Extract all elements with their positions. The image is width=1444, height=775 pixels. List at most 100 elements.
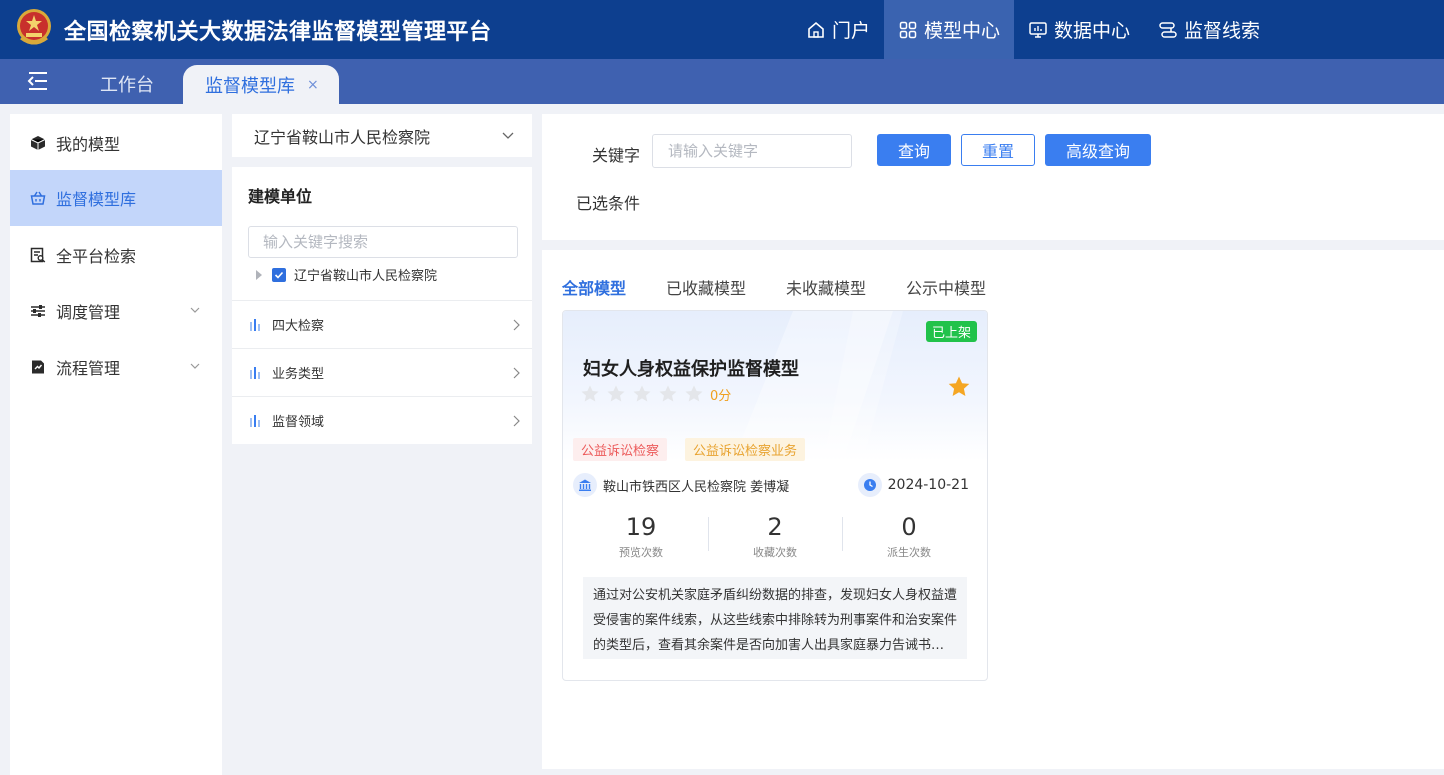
unit-title: 建模单位	[248, 187, 313, 206]
reset-button[interactable]: 重置	[961, 134, 1035, 166]
top-header: 全国检察机关大数据法律监督模型管理平台 门户 模型中心 数据中心 监督线索	[0, 0, 1444, 59]
chevron-down-icon	[190, 363, 200, 369]
tab-bar: 工作台 监督模型库 ×	[0, 59, 1444, 104]
facet-label: 监督领域	[272, 415, 325, 430]
close-icon[interactable]: ×	[307, 77, 319, 93]
chevron-down-icon	[502, 132, 514, 139]
org-select-value: 辽宁省鞍山市人民检察院	[254, 127, 431, 147]
grid-icon	[899, 21, 917, 38]
rating-stars[interactable]: 0分	[580, 384, 731, 404]
cube-icon	[30, 136, 46, 150]
stat-label: 预览次数	[619, 546, 663, 559]
link-icon	[1159, 21, 1177, 38]
sliders-icon	[31, 305, 45, 317]
sidebar: 我的模型 监督模型库 全平台检索 调度管理 流程管理	[10, 114, 222, 775]
model-card[interactable]: 已上架 妇女人身权益保护监督模型 0分 公益诉讼检察 公益诉讼检察业务 鞍山市铁…	[562, 310, 988, 681]
star-empty-icon	[581, 385, 599, 402]
tree-node[interactable]: 辽宁省鞍山市人民检察院	[256, 265, 437, 284]
sidebar-item-label: 流程管理	[56, 359, 121, 378]
building-icon	[573, 473, 597, 497]
sidebar-item-label: 监督模型库	[56, 190, 137, 209]
clock-icon	[857, 473, 882, 497]
selected-conditions-label: 已选条件	[576, 194, 641, 213]
facet-business-type[interactable]: 业务类型	[232, 348, 532, 396]
sidebar-item-search[interactable]: 全平台检索	[10, 227, 222, 283]
tree-checkbox[interactable]	[272, 267, 286, 282]
menu-collapse-icon[interactable]	[26, 70, 50, 92]
facet-label: 业务类型	[272, 367, 325, 382]
tab-label: 监督模型库	[205, 75, 295, 97]
query-button[interactable]: 查询	[877, 134, 951, 166]
sidebar-item-dispatch[interactable]: 调度管理	[10, 283, 222, 339]
tree-node-label: 辽宁省鞍山市人民检察院	[294, 269, 438, 284]
bars-icon	[250, 318, 260, 331]
stat-value: 19	[625, 513, 657, 541]
sidebar-item-model-library[interactable]: 监督模型库	[10, 170, 222, 226]
search-doc-icon	[30, 247, 46, 263]
card-date: 2024-10-21	[857, 473, 969, 497]
tag-label: 公益诉讼检察业务	[685, 438, 806, 461]
advanced-query-button[interactable]: 高级查询	[1045, 134, 1151, 166]
facet-label: 四大检察	[272, 319, 325, 334]
keyword-input[interactable]	[652, 134, 852, 168]
stat-label: 收藏次数	[753, 546, 797, 559]
tab-favorited-models[interactable]: 已收藏模型	[666, 275, 746, 299]
star-empty-icon	[633, 385, 651, 402]
tab-public-models[interactable]: 公示中模型	[906, 275, 986, 299]
tree-expand-icon[interactable]	[256, 269, 262, 280]
star-empty-icon	[607, 385, 625, 402]
nav-item-label: 数据中心	[1054, 20, 1131, 42]
stat-value: 2	[767, 513, 783, 541]
favorite-star-icon[interactable]	[947, 375, 971, 399]
card-description: 通过对公安机关家庭矛盾纠纷数据的排查，发现妇女人身权益遭受侵害的案件线索，从这些…	[583, 577, 967, 659]
card-org: 鞍山市铁西区人民检察院 姜博凝	[573, 473, 789, 497]
tag-label: 公益诉讼检察	[573, 438, 668, 461]
status-badge: 已上架	[925, 321, 977, 342]
facet-supervision-field[interactable]: 监督领域	[232, 396, 532, 444]
stat-derived: 0 派生次数	[839, 511, 979, 560]
facet-four-procuratorial[interactable]: 四大检察	[232, 300, 532, 348]
stat-preview: 19 预览次数	[571, 511, 711, 560]
flow-doc-icon	[32, 360, 44, 374]
nav-item-label: 模型中心	[924, 20, 1001, 42]
stat-value: 0	[901, 513, 917, 541]
bars-icon	[250, 414, 260, 427]
rating-score: 0分	[710, 388, 732, 404]
search-panel: 关键字 查询 重置 高级查询 已选条件	[542, 114, 1444, 240]
tab-model-library[interactable]: 监督模型库 ×	[183, 65, 339, 104]
card-date-label: 2024-10-21	[887, 477, 969, 493]
bars-icon	[250, 366, 260, 379]
card-org-label: 鞍山市铁西区人民检察院 姜博凝	[603, 479, 790, 495]
tab-all-models[interactable]: 全部模型	[562, 275, 626, 299]
unit-search-input[interactable]	[248, 226, 518, 258]
nav-item-portal[interactable]: 门户	[792, 0, 884, 59]
home-icon	[808, 21, 824, 38]
card-title: 妇女人身权益保护监督模型	[583, 359, 799, 380]
nav-item-label: 门户	[832, 20, 871, 42]
sidebar-item-my-models[interactable]: 我的模型	[10, 115, 222, 171]
chevron-right-icon	[513, 367, 520, 379]
stat-label: 派生次数	[887, 546, 931, 559]
chevron-right-icon	[513, 319, 520, 331]
app-title: 全国检察机关大数据法律监督模型管理平台	[64, 20, 492, 45]
monitor-icon	[1029, 21, 1047, 38]
basket-icon	[30, 191, 46, 205]
tab-unfavorited-models[interactable]: 未收藏模型	[786, 275, 866, 299]
top-nav: 门户 模型中心 数据中心 监督线索	[792, 0, 1274, 59]
results-panel: 全部模型 已收藏模型 未收藏模型 公示中模型 已上架 妇女人身权益保护监督模型 …	[542, 250, 1444, 769]
check-icon	[274, 271, 284, 279]
star-empty-icon	[659, 385, 677, 402]
nav-item-data-center[interactable]: 数据中心	[1014, 0, 1144, 59]
sidebar-item-label: 我的模型	[56, 135, 121, 154]
org-select[interactable]: 辽宁省鞍山市人民检察院	[232, 114, 532, 157]
stat-favorites: 2 收藏次数	[705, 511, 845, 560]
unit-panel: 建模单位 辽宁省鞍山市人民检察院	[232, 167, 532, 300]
nav-item-clues[interactable]: 监督线索	[1144, 0, 1274, 59]
chevron-down-icon	[190, 307, 200, 313]
sidebar-item-process[interactable]: 流程管理	[10, 339, 222, 395]
tab-workbench[interactable]: 工作台	[100, 71, 154, 97]
keyword-label: 关键字	[592, 146, 641, 165]
nav-item-model-center[interactable]: 模型中心	[884, 0, 1015, 59]
nav-item-label: 监督线索	[1184, 20, 1261, 42]
sidebar-item-label: 全平台检索	[56, 247, 137, 266]
